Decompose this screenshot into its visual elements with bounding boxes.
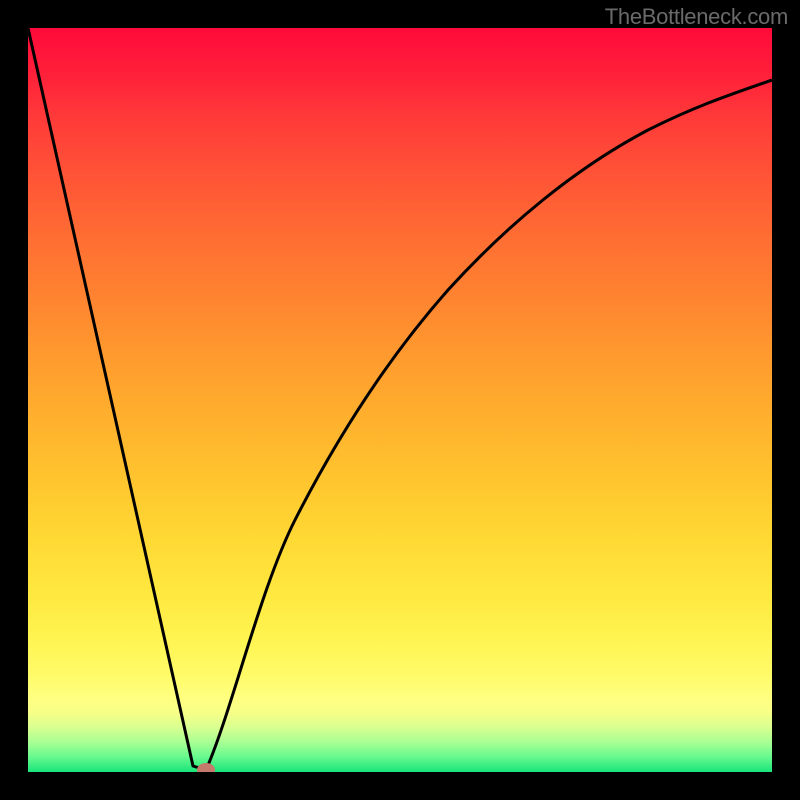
attribution-text: TheBottleneck.com	[605, 4, 788, 30]
curve-overlay	[28, 28, 772, 772]
marker-dot	[197, 763, 215, 772]
bottleneck-curve	[28, 28, 772, 770]
chart-frame: TheBottleneck.com	[0, 0, 800, 800]
plot-area	[28, 28, 772, 772]
